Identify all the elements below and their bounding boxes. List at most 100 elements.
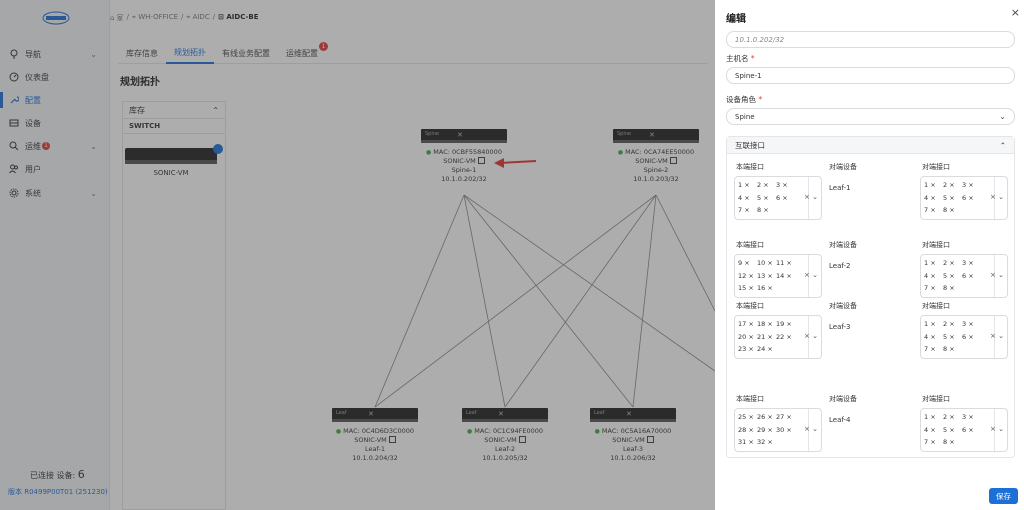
port-chip[interactable]: 7 × xyxy=(924,204,943,217)
port-chip[interactable]: 4 × xyxy=(924,424,943,437)
port-chip[interactable]: 11 × xyxy=(776,257,795,270)
port-chip[interactable]: 1 × xyxy=(738,179,757,192)
port-chip[interactable]: 5 × xyxy=(943,192,962,205)
port-chip[interactable]: 7 × xyxy=(738,204,757,217)
port-chip[interactable]: 3 × xyxy=(962,257,981,270)
port-chip[interactable]: 2 × xyxy=(943,411,962,424)
ip-field[interactable]: 10.1.0.202/32 xyxy=(726,31,1015,48)
peer-port-header: 对端接口 xyxy=(922,395,950,403)
clear-dropdown-icon[interactable]: × ⌄ xyxy=(804,271,818,279)
port-chip[interactable]: 14 × xyxy=(776,270,795,283)
port-chip[interactable]: 3 × xyxy=(776,179,795,192)
port-chip[interactable]: 26 × xyxy=(757,411,776,424)
port-chip[interactable]: 22 × xyxy=(776,331,795,344)
port-chip[interactable]: 4 × xyxy=(924,192,943,205)
port-chip[interactable]: 27 × xyxy=(776,411,795,424)
port-chip[interactable]: 24 × xyxy=(757,343,776,356)
clear-dropdown-icon[interactable]: × ⌄ xyxy=(990,193,1004,201)
port-chip[interactable]: 4 × xyxy=(924,331,943,344)
port-chip[interactable]: 13 × xyxy=(757,270,776,283)
port-chip[interactable]: 7 × xyxy=(924,436,943,449)
local-port-header: 本端接口 xyxy=(736,163,764,171)
peer-device-header: 对端设备 xyxy=(829,302,857,310)
close-icon[interactable]: × xyxy=(1011,6,1020,19)
port-chip[interactable]: 1 × xyxy=(924,179,943,192)
port-chip[interactable]: 8 × xyxy=(943,204,962,217)
clear-dropdown-icon[interactable]: × ⌄ xyxy=(804,425,818,433)
port-chip[interactable]: 10 × xyxy=(757,257,776,270)
peer-port-header: 对端接口 xyxy=(922,163,950,171)
port-chip[interactable]: 9 × xyxy=(738,257,757,270)
port-chip[interactable]: 2 × xyxy=(943,318,962,331)
port-chip[interactable]: 1 × xyxy=(924,318,943,331)
port-chip[interactable]: 6 × xyxy=(962,424,981,437)
port-chip[interactable]: 6 × xyxy=(962,192,981,205)
port-chip[interactable]: 23 × xyxy=(738,343,757,356)
clear-dropdown-icon[interactable]: × ⌄ xyxy=(990,332,1004,340)
peer-port-header: 对端接口 xyxy=(922,302,950,310)
role-label: 设备角色 * xyxy=(726,95,763,104)
peer-port-select[interactable]: 1 × 2 × 3 × 4 × 5 × 6 × 7 × 8 × × ⌄ xyxy=(920,254,1008,298)
hostname-input[interactable]: Spine-1 xyxy=(726,67,1015,84)
port-chip[interactable]: 8 × xyxy=(943,343,962,356)
port-chip[interactable]: 4 × xyxy=(738,192,757,205)
port-chip[interactable]: 15 × xyxy=(738,282,757,295)
port-chip[interactable]: 16 × xyxy=(757,282,776,295)
clear-dropdown-icon[interactable]: × ⌄ xyxy=(990,271,1004,279)
save-button[interactable]: 保存 xyxy=(989,488,1018,504)
local-port-header: 本端接口 xyxy=(736,241,764,249)
port-chip[interactable]: 8 × xyxy=(943,436,962,449)
local-port-select[interactable]: 1 × 2 × 3 × 4 × 5 × 6 × 7 × 8 × × ⌄ xyxy=(734,176,822,220)
local-port-select[interactable]: 9 × 10 × 11 × 12 × 13 × 14 × 15 × 16 × × ⌄ xyxy=(734,254,822,298)
local-port-select[interactable]: 25 × 26 × 27 × 28 × 29 × 30 × 31 × 32 × × ⌄ xyxy=(734,408,822,452)
chevron-up-icon[interactable]: ⌃ xyxy=(1000,141,1006,150)
port-chip[interactable]: 5 × xyxy=(757,192,776,205)
port-chip[interactable]: 3 × xyxy=(962,318,981,331)
peer-port-select[interactable]: 1 × 2 × 3 × 4 × 5 × 6 × 7 × 8 × × ⌄ xyxy=(920,315,1008,359)
port-chip[interactable]: 12 × xyxy=(738,270,757,283)
port-chip[interactable]: 4 × xyxy=(924,270,943,283)
clear-dropdown-icon[interactable]: × ⌄ xyxy=(804,332,818,340)
port-chip[interactable]: 6 × xyxy=(962,270,981,283)
peer-device: Leaf-1 xyxy=(829,184,851,192)
port-chip[interactable]: 25 × xyxy=(738,411,757,424)
modal-overlay[interactable] xyxy=(0,0,715,510)
peer-device-header: 对端设备 xyxy=(829,241,857,249)
edit-drawer: 编辑 × 10.1.0.202/32 主机名 * Spine-1 设备角色 * … xyxy=(715,0,1024,510)
interconnect-panel-header[interactable]: 互联接口 ⌃ xyxy=(727,137,1014,154)
port-chip[interactable]: 30 × xyxy=(776,424,795,437)
port-chip[interactable]: 6 × xyxy=(776,192,795,205)
port-chip[interactable]: 31 × xyxy=(738,436,757,449)
clear-dropdown-icon[interactable]: × ⌄ xyxy=(990,425,1004,433)
port-chip[interactable]: 7 × xyxy=(924,343,943,356)
port-chip[interactable]: 32 × xyxy=(757,436,776,449)
drawer-title: 编辑 xyxy=(726,14,746,25)
port-chip[interactable]: 5 × xyxy=(943,424,962,437)
port-chip[interactable]: 1 × xyxy=(924,411,943,424)
port-chip[interactable]: 1 × xyxy=(924,257,943,270)
port-chip[interactable]: 2 × xyxy=(757,179,776,192)
port-chip[interactable]: 3 × xyxy=(962,179,981,192)
peer-port-header: 对端接口 xyxy=(922,241,950,249)
port-chip[interactable]: 8 × xyxy=(757,204,776,217)
port-chip[interactable]: 2 × xyxy=(943,179,962,192)
port-chip[interactable]: 2 × xyxy=(943,257,962,270)
port-chip[interactable]: 18 × xyxy=(757,318,776,331)
role-select[interactable]: Spine ⌄ xyxy=(726,108,1015,125)
port-chip[interactable]: 7 × xyxy=(924,282,943,295)
port-chip[interactable]: 8 × xyxy=(943,282,962,295)
port-chip[interactable]: 19 × xyxy=(776,318,795,331)
port-chip[interactable]: 21 × xyxy=(757,331,776,344)
port-chip[interactable]: 28 × xyxy=(738,424,757,437)
port-chip[interactable]: 20 × xyxy=(738,331,757,344)
port-chip[interactable]: 5 × xyxy=(943,331,962,344)
port-chip[interactable]: 17 × xyxy=(738,318,757,331)
port-chip[interactable]: 29 × xyxy=(757,424,776,437)
port-chip[interactable]: 6 × xyxy=(962,331,981,344)
peer-port-select[interactable]: 1 × 2 × 3 × 4 × 5 × 6 × 7 × 8 × × ⌄ xyxy=(920,408,1008,452)
peer-port-select[interactable]: 1 × 2 × 3 × 4 × 5 × 6 × 7 × 8 × × ⌄ xyxy=(920,176,1008,220)
clear-dropdown-icon[interactable]: × ⌄ xyxy=(804,193,818,201)
port-chip[interactable]: 3 × xyxy=(962,411,981,424)
local-port-select[interactable]: 17 × 18 × 19 × 20 × 21 × 22 × 23 × 24 × × ⌄ xyxy=(734,315,822,359)
port-chip[interactable]: 5 × xyxy=(943,270,962,283)
